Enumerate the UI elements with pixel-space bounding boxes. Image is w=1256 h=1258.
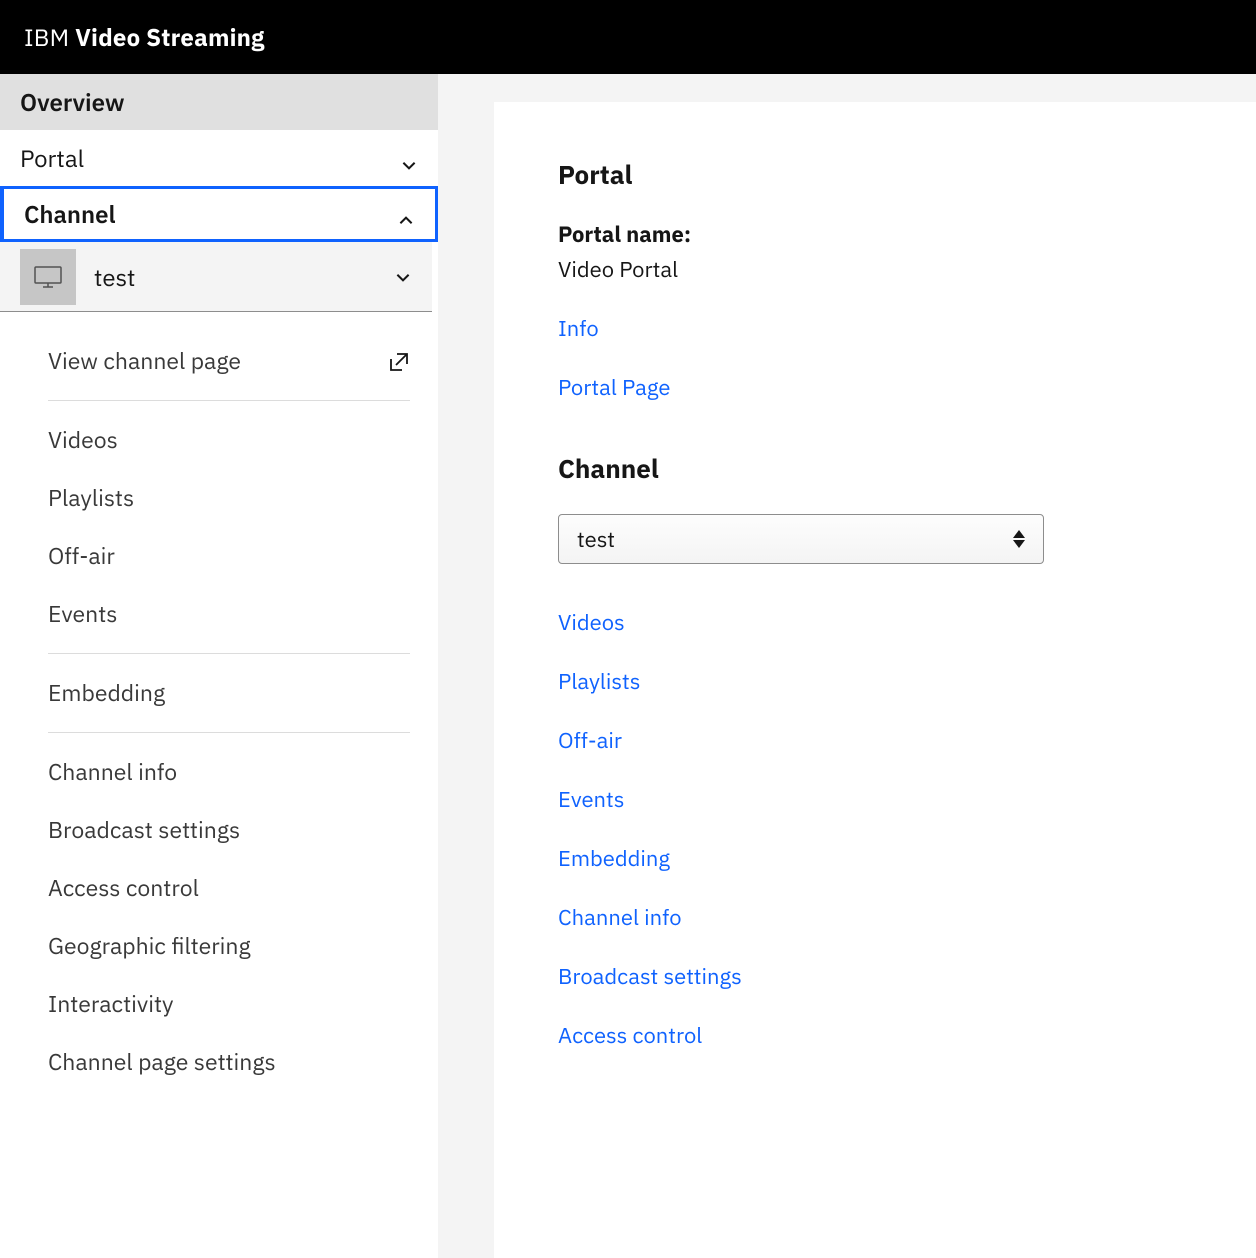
sidebar-overview-label: Overview: [20, 86, 125, 118]
link-events[interactable]: Events: [558, 785, 1192, 814]
divider: [48, 400, 410, 401]
sidebar-item-label: Access control: [48, 873, 199, 903]
main-area: Portal Portal name: Video Portal Info Po…: [438, 74, 1256, 1258]
sidebar-item-access-control[interactable]: Access control: [48, 859, 410, 917]
sidebar-item-label: Videos: [48, 425, 118, 455]
sort-icon: [1013, 530, 1025, 548]
link-playlists[interactable]: Playlists: [558, 667, 1192, 696]
sidebar-item-label: Geographic filtering: [48, 931, 251, 961]
sidebar-item-playlists[interactable]: Playlists: [48, 469, 410, 527]
sidebar-item-events[interactable]: Events: [48, 585, 410, 643]
monitor-icon: [20, 249, 76, 305]
sidebar-item-label: Playlists: [48, 483, 134, 513]
sidebar-overview[interactable]: Overview: [0, 74, 438, 130]
sidebar-item-off-air[interactable]: Off-air: [48, 527, 410, 585]
portal-name-value: Video Portal: [558, 255, 1192, 284]
sidebar: Overview Portal Channel test Vi: [0, 74, 438, 1258]
sidebar-item-label: Events: [48, 599, 118, 629]
link-off-air[interactable]: Off-air: [558, 726, 1192, 755]
chevron-down-icon: [394, 268, 412, 286]
brand-prefix: IBM: [24, 21, 75, 53]
app-header: IBM Video Streaming: [0, 0, 1256, 74]
channel-section: Channel test Videos Playlists Off-air Ev…: [558, 452, 1192, 1050]
sidebar-item-label: Channel page settings: [48, 1047, 276, 1077]
sidebar-item-channel-info[interactable]: Channel info: [48, 743, 410, 801]
portal-heading: Portal: [558, 158, 1192, 192]
link-broadcast-settings[interactable]: Broadcast settings: [558, 962, 1192, 991]
sidebar-channel-label: Channel: [24, 198, 116, 230]
link-videos[interactable]: Videos: [558, 608, 1192, 637]
link-channel-info[interactable]: Channel info: [558, 903, 1192, 932]
divider: [48, 653, 410, 654]
sidebar-item-channel-page-settings[interactable]: Channel page settings: [48, 1033, 410, 1091]
link-embedding[interactable]: Embedding: [558, 844, 1192, 873]
channel-select[interactable]: test: [558, 514, 1044, 564]
sidebar-item-label: View channel page: [48, 346, 241, 376]
sidebar-item-videos[interactable]: Videos: [48, 411, 410, 469]
selected-channel-name: test: [94, 261, 394, 293]
portal-name-label: Portal name:: [558, 220, 1192, 249]
channel-submenu: View channel page Videos Playlists Off-a…: [0, 332, 438, 1091]
sidebar-item-label: Off-air: [48, 541, 115, 571]
link-info[interactable]: Info: [558, 314, 1192, 343]
sidebar-item-embedding[interactable]: Embedding: [48, 664, 410, 722]
brand-name: Video Streaming: [75, 21, 264, 53]
external-link-icon: [388, 350, 410, 372]
sidebar-item-label: Channel info: [48, 757, 177, 787]
chevron-up-icon: [397, 205, 415, 223]
sidebar-item-broadcast-settings[interactable]: Broadcast settings: [48, 801, 410, 859]
link-portal-page[interactable]: Portal Page: [558, 373, 1192, 402]
sidebar-item-interactivity[interactable]: Interactivity: [48, 975, 410, 1033]
sidebar-portal[interactable]: Portal: [0, 130, 438, 186]
sidebar-item-label: Embedding: [48, 678, 165, 708]
layout: Overview Portal Channel test Vi: [0, 74, 1256, 1258]
channel-heading: Channel: [558, 452, 1192, 486]
link-access-control[interactable]: Access control: [558, 1021, 1192, 1050]
sidebar-item-geographic-filtering[interactable]: Geographic filtering: [48, 917, 410, 975]
sidebar-channel[interactable]: Channel: [0, 186, 438, 242]
channel-select-value: test: [577, 525, 615, 554]
brand: IBM Video Streaming: [24, 21, 265, 53]
content-card: Portal Portal name: Video Portal Info Po…: [494, 102, 1256, 1258]
chevron-down-icon: [400, 149, 418, 167]
sidebar-item-label: Broadcast settings: [48, 815, 240, 845]
channel-selector[interactable]: test: [0, 242, 432, 312]
sidebar-item-label: Interactivity: [48, 989, 174, 1019]
sidebar-item-view-channel-page[interactable]: View channel page: [48, 332, 410, 390]
sidebar-portal-label: Portal: [20, 142, 84, 174]
divider: [48, 732, 410, 733]
